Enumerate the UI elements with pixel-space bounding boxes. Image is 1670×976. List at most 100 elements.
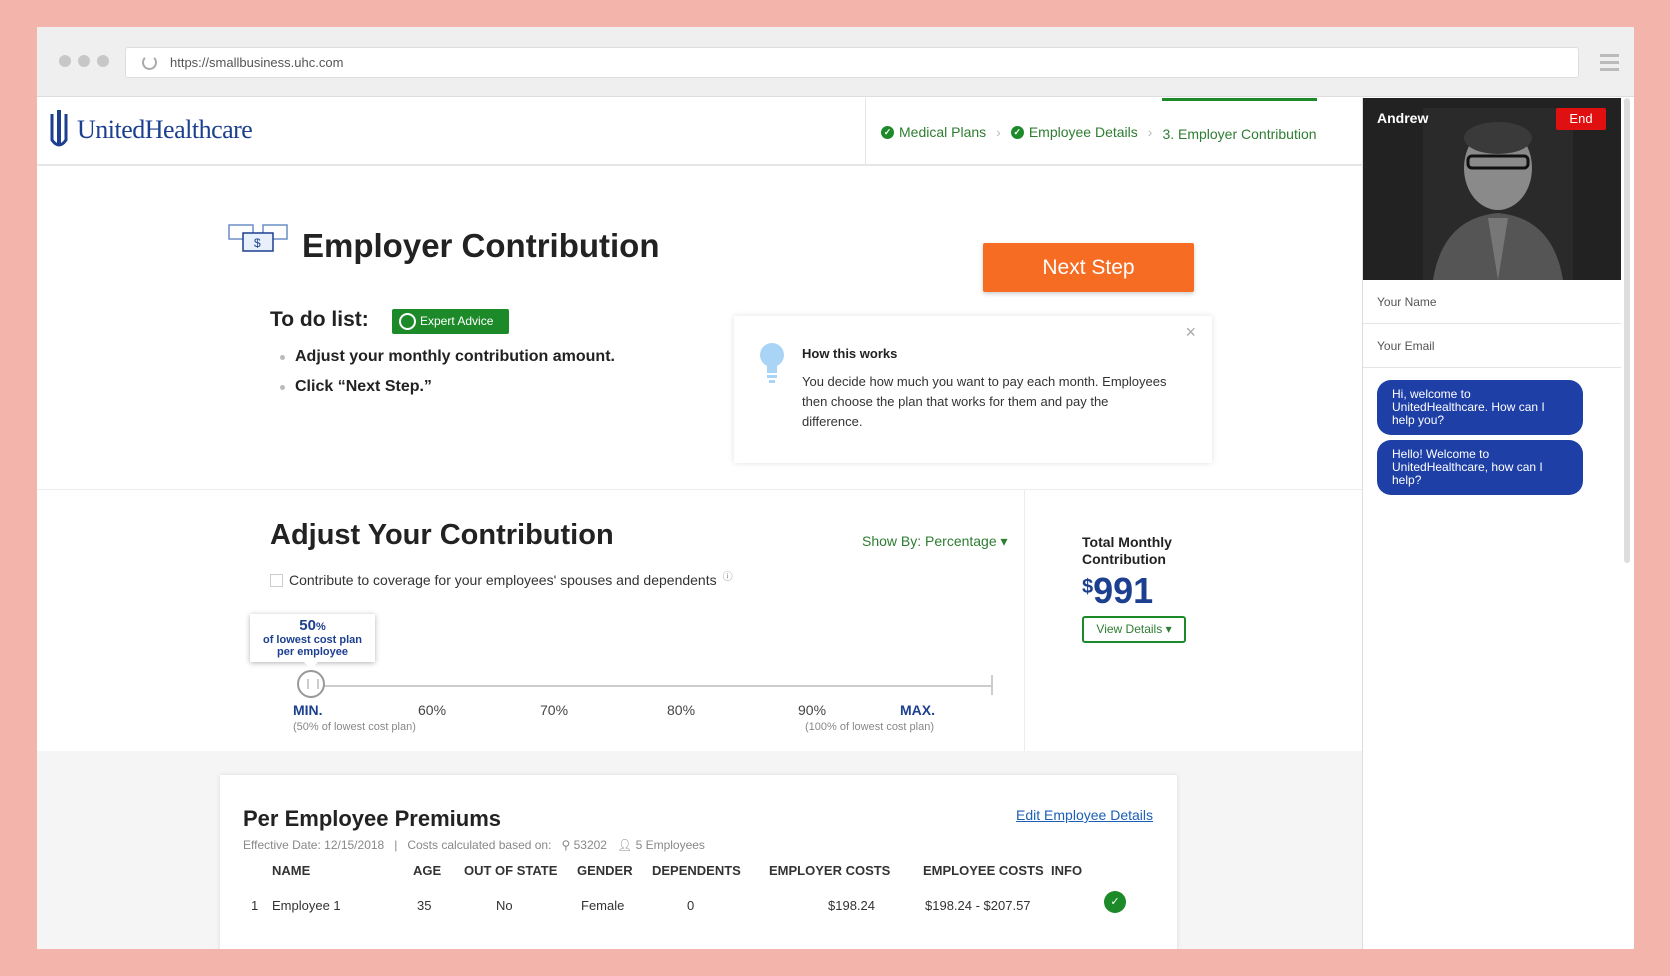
premiums-meta: Effective Date: 12/15/2018 | Costs calcu…	[243, 838, 705, 852]
premiums-title: Per Employee Premiums	[243, 806, 502, 831]
cell-employee-costs: $198.24 - $207.57	[925, 898, 1031, 913]
money-icon: $	[228, 224, 288, 252]
chat-message: Hello! Welcome to UnitedHealthcare, how …	[1377, 440, 1583, 495]
tooltip-line: per employee	[277, 646, 348, 658]
cell-employer-costs: $198.24	[828, 898, 875, 913]
tooltip-percent: 50%	[299, 617, 326, 634]
cell-age: 35	[417, 898, 432, 913]
step-label: 3. Employer Contribution	[1162, 125, 1317, 142]
todo-label: To do list:	[270, 308, 369, 331]
tick-80: 80%	[667, 702, 696, 718]
agent-name: Andrew	[1377, 110, 1429, 126]
chevron-down-icon[interactable]: ✓	[1104, 891, 1126, 913]
col-info: INFO	[1051, 863, 1083, 878]
how-body: You decide how much you want to pay each…	[802, 374, 1167, 429]
col-employee-costs: EMPLOYEE COSTS	[923, 863, 1044, 878]
todo-list: Adjust your monthly contribution amount.…	[280, 348, 615, 408]
svg-text:$: $	[254, 236, 261, 250]
step-employee-details[interactable]: ✓ Employee Details	[1010, 98, 1138, 166]
agent-photo	[1423, 108, 1573, 280]
col-name: NAME	[272, 863, 311, 878]
caret-down-icon: ▾	[1165, 622, 1172, 636]
expert-advice-label: Expert Advice	[420, 314, 494, 328]
dependents-checkbox-row: Contribute to coverage for your employee…	[270, 572, 733, 588]
address-bar[interactable]: https://smallbusiness.uhc.com	[125, 47, 1579, 78]
todo-item: Click “Next Step.”	[280, 378, 615, 396]
end-call-button[interactable]: End	[1556, 108, 1606, 130]
location-pin-icon: ⚲	[561, 838, 571, 852]
premiums-card: Per Employee Premiums Edit Employee Deta…	[220, 775, 1177, 949]
adjust-contribution-section: Adjust Your Contribution Show By: Percen…	[37, 489, 1362, 752]
next-step-button[interactable]: Next Step	[983, 243, 1194, 292]
premiums-section: Per Employee Premiums Edit Employee Deta…	[37, 751, 1362, 949]
col-out-of-state: OUT OF STATE	[464, 863, 558, 878]
browser-toolbar: https://smallbusiness.uhc.com	[37, 27, 1634, 97]
tick-max-sub: (100% of lowest cost plan)	[805, 721, 935, 733]
site-header: UnitedHealthcare ✓ Medical Plans › ✓ Emp…	[37, 98, 1362, 166]
step-employer-contribution[interactable]: 3. Employer Contribution	[1162, 98, 1317, 166]
tick-max: MAX.	[900, 702, 935, 718]
slider-track[interactable]	[322, 685, 992, 687]
browser-menu-icon[interactable]	[1600, 54, 1619, 71]
tick-90: 90%	[798, 702, 827, 718]
check-icon: ✓	[881, 125, 894, 139]
col-employer-costs: EMPLOYER COSTS	[769, 863, 891, 878]
browser-window: https://smallbusiness.uhc.com UnitedHeal…	[37, 27, 1634, 949]
how-title: How this works	[802, 346, 898, 361]
slider-tooltip: 50% of lowest cost plan per employee	[250, 614, 375, 669]
name-field[interactable]: Your Name	[1363, 280, 1621, 324]
total-label: Total Monthly Contribution	[1082, 534, 1172, 567]
row-number: 1	[251, 898, 259, 913]
page-title: Employer Contribution	[302, 227, 660, 264]
cell-out-of-state: No	[496, 898, 513, 913]
section-title: Adjust Your Contribution	[270, 519, 614, 551]
edit-employee-details-link[interactable]: Edit Employee Details	[1016, 807, 1153, 823]
progress-steps: ✓ Medical Plans › ✓ Employee Details › 3…	[865, 98, 1317, 166]
cell-name: Employee 1	[272, 898, 341, 913]
caret-down-icon: ▾	[1000, 533, 1008, 549]
expert-advice-button[interactable]: Expert Advice	[392, 309, 509, 334]
show-by-label: Show By: Percentage	[862, 533, 997, 549]
tick-60: 60%	[418, 702, 447, 718]
chevron-right-icon: ›	[996, 124, 1001, 140]
tooltip-line: of lowest cost plan	[262, 634, 362, 646]
expert-icon	[399, 313, 416, 330]
todo-item: Adjust your monthly contribution amount.	[280, 348, 615, 366]
dependents-checkbox[interactable]	[270, 573, 283, 587]
person-icon: 👤︎	[616, 838, 633, 852]
cell-dependents: 0	[687, 898, 695, 913]
col-gender: GENDER	[577, 863, 633, 878]
step-label: Medical Plans	[899, 124, 987, 140]
window-controls[interactable]	[59, 55, 109, 67]
tick-70: 70%	[540, 702, 569, 718]
chat-scrollbar[interactable]	[1624, 98, 1630, 563]
lightbulb-icon	[760, 343, 784, 383]
checkbox-label: Contribute to coverage for your employee…	[289, 572, 717, 588]
total-value: $991	[1082, 570, 1154, 611]
slider-track-end	[991, 675, 993, 695]
tick-min-sub: (50% of lowest cost plan)	[293, 721, 416, 733]
col-dependents: DEPENDENTS	[652, 863, 741, 878]
uhc-logo[interactable]: UnitedHealthcare	[49, 110, 253, 150]
step-medical-plans[interactable]: ✓ Medical Plans	[881, 98, 986, 166]
close-icon[interactable]: ×	[1185, 322, 1196, 343]
check-icon: ✓	[1010, 125, 1024, 139]
url-text: https://smallbusiness.uhc.com	[170, 55, 344, 70]
view-details-button[interactable]: View Details ▾	[1082, 616, 1186, 643]
slider-handle[interactable]	[297, 670, 325, 698]
show-by-dropdown[interactable]: Show By: Percentage ▾	[862, 533, 1008, 550]
tick-min: MIN.	[293, 702, 323, 718]
email-field[interactable]: Your Email	[1363, 324, 1621, 368]
cell-gender: Female	[581, 898, 625, 913]
uhc-shield-icon	[50, 110, 68, 147]
col-age: AGE	[413, 863, 442, 878]
how-this-works-panel: How this works You decide how much you w…	[734, 316, 1212, 463]
info-icon[interactable]: ⓘ	[723, 568, 733, 583]
divider	[1024, 490, 1025, 752]
chat-message: Hi, welcome to UnitedHealthcare. How can…	[1377, 380, 1583, 435]
reload-icon[interactable]	[142, 55, 157, 70]
step-label: Employee Details	[1028, 124, 1138, 140]
agent-video: Andrew End	[1363, 98, 1621, 280]
chat-panel: Andrew End Your Name Your Email Hi, welc…	[1362, 98, 1634, 949]
logo-text: UnitedHealthcare	[77, 115, 253, 144]
